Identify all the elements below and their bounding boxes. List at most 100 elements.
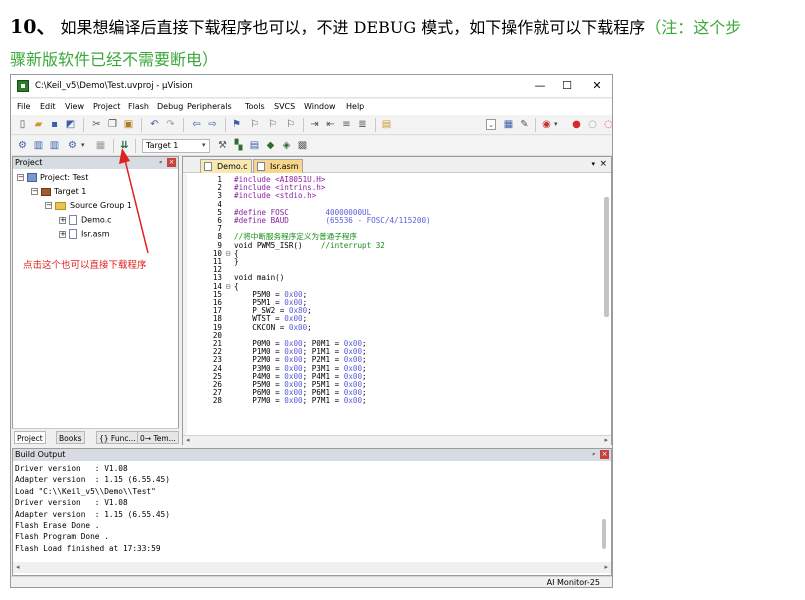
close-panel-icon[interactable]: × bbox=[600, 450, 609, 459]
undo-icon[interactable]: ↶ bbox=[149, 119, 160, 130]
batch-build-icon[interactable]: ⚙ bbox=[67, 140, 78, 151]
close-tab-icon[interactable]: × bbox=[599, 159, 607, 169]
fold-marker[interactable]: ⊟ bbox=[222, 282, 234, 291]
translate-icon[interactable]: ⚙ bbox=[17, 140, 28, 151]
menu-file[interactable]: File bbox=[17, 102, 30, 111]
menu-tools[interactable]: Tools bbox=[245, 102, 265, 111]
prev-bookmark-icon[interactable]: ⚐ bbox=[249, 119, 260, 130]
debug-dropdown-icon[interactable]: ▾ bbox=[554, 120, 558, 128]
close-panel-icon[interactable]: × bbox=[167, 158, 176, 167]
menu-edit[interactable]: Edit bbox=[40, 102, 56, 111]
collapse-toggle[interactable]: − bbox=[45, 202, 52, 209]
tree-item-source-group[interactable]: − Source Group 1 bbox=[45, 201, 132, 210]
minimize-button[interactable]: — bbox=[527, 78, 553, 94]
code-line[interactable]: 11} bbox=[186, 257, 596, 266]
menu-help[interactable]: Help bbox=[346, 102, 364, 111]
unindent-icon[interactable]: ⇤ bbox=[325, 119, 336, 130]
menu-view[interactable]: View bbox=[65, 102, 84, 111]
next-bookmark-icon[interactable]: ⚐ bbox=[267, 119, 278, 130]
expand-toggle[interactable]: + bbox=[59, 230, 66, 238]
new-file-icon[interactable]: ▯ bbox=[17, 119, 28, 130]
menu-project[interactable]: Project bbox=[93, 102, 120, 111]
tree-item-demo-c[interactable]: + Demo.c bbox=[59, 215, 112, 225]
code-line[interactable]: 13 void main() bbox=[186, 274, 596, 282]
scroll-right-icon[interactable]: ▸ bbox=[604, 436, 608, 444]
debug-session-icon[interactable]: ◉ bbox=[541, 119, 552, 130]
target-dropdown-icon[interactable]: ▾ bbox=[202, 141, 206, 149]
menu-peripherals[interactable]: Peripherals bbox=[187, 102, 232, 111]
editor-horizontal-scrollbar[interactable]: ◂ ▸ bbox=[183, 435, 611, 445]
nav-back-icon[interactable]: ⇦ bbox=[191, 119, 202, 130]
code-line[interactable]: 19 CKCON = 0x00; bbox=[186, 323, 596, 332]
tab-functions[interactable]: {} Func... bbox=[96, 431, 139, 444]
pin-icon[interactable]: ᴾ bbox=[592, 450, 595, 462]
build-output-horizontal-scrollbar[interactable]: ◂ ▸ bbox=[13, 562, 611, 573]
tab-demo-c[interactable]: Demo.c bbox=[200, 159, 252, 173]
code-line[interactable]: 3 #include <stdio.h> bbox=[186, 192, 596, 200]
file-extensions-icon[interactable]: ▤ bbox=[249, 140, 260, 151]
kill-breakpoints-icon[interactable]: ◌ bbox=[603, 119, 612, 130]
cut-icon[interactable]: ✂ bbox=[91, 119, 102, 130]
tab-books[interactable]: Books bbox=[56, 431, 85, 444]
incremental-find-icon[interactable]: ✎ bbox=[519, 119, 530, 130]
uncomment-icon[interactable]: ≣ bbox=[357, 119, 368, 130]
target-select[interactable]: Target 1 bbox=[142, 139, 210, 153]
tree-item-target[interactable]: − Target 1 bbox=[31, 187, 86, 196]
menu-window[interactable]: Window bbox=[304, 102, 336, 111]
download-icon[interactable]: ⇊ bbox=[119, 140, 130, 151]
rebuild-icon[interactable]: ▥ bbox=[49, 140, 60, 151]
select-software-packs-icon[interactable]: ◈ bbox=[281, 140, 292, 151]
maximize-button[interactable]: ☐ bbox=[554, 78, 580, 94]
tab-templates[interactable]: 0→ Tem... bbox=[137, 431, 179, 444]
code-line[interactable]: 28 P7M0 = 0x00; P7M1 = 0x00; bbox=[186, 397, 596, 405]
expand-toggle[interactable]: + bbox=[59, 216, 66, 224]
line-number: 28 bbox=[212, 396, 222, 406]
save-all-icon[interactable]: ◩ bbox=[65, 119, 76, 130]
clear-bookmarks-icon[interactable]: ⚐ bbox=[285, 119, 296, 130]
collapse-toggle[interactable]: − bbox=[31, 188, 38, 195]
scroll-left-icon[interactable]: ◂ bbox=[186, 436, 190, 444]
open-folder-icon[interactable]: ▰ bbox=[33, 119, 44, 130]
manage-project-icon[interactable]: ▚ bbox=[233, 140, 244, 151]
menu-flash[interactable]: Flash bbox=[128, 102, 149, 111]
code-line[interactable]: 10 ⊟{ bbox=[186, 249, 596, 258]
tab-isr-asm[interactable]: Isr.asm bbox=[253, 159, 303, 173]
disable-breakpoint-icon[interactable]: ○ bbox=[587, 119, 598, 130]
manage-packs-icon[interactable]: ◆ bbox=[265, 140, 276, 151]
run-time-env-icon[interactable]: ▩ bbox=[297, 140, 308, 151]
code-line[interactable]: 9 void PWM5_ISR() //interrupt 32 bbox=[186, 241, 596, 250]
batch-dropdown-icon[interactable]: ▾ bbox=[81, 141, 85, 149]
collapse-toggle[interactable]: − bbox=[17, 174, 24, 181]
code-area[interactable]: 1 #include <AI8051U.H> 2 #include <intrins.… bbox=[186, 174, 602, 427]
build-output-vertical-scrollbar[interactable] bbox=[602, 519, 606, 549]
pin-icon[interactable]: ᴾ bbox=[159, 158, 162, 170]
indent-icon[interactable]: ⇥ bbox=[309, 119, 320, 130]
menu-svcs[interactable]: SVCS bbox=[274, 102, 295, 111]
target-options-icon[interactable]: ⚒ bbox=[217, 140, 228, 151]
fold-marker[interactable]: ⊟ bbox=[222, 249, 234, 258]
tree-item-project[interactable]: − Project: Test bbox=[17, 173, 88, 182]
tab-list-dropdown-icon[interactable]: ▾ bbox=[591, 160, 595, 168]
find-icon[interactable]: ▦ bbox=[503, 119, 514, 130]
scroll-right-icon[interactable]: ▸ bbox=[604, 563, 608, 571]
find-in-files-icon[interactable]: ▤ bbox=[381, 119, 392, 130]
close-window-button[interactable]: ✕ bbox=[584, 78, 610, 94]
paste-icon[interactable]: ▣ bbox=[123, 119, 134, 130]
build-icon[interactable]: ▥ bbox=[33, 140, 44, 151]
tab-project[interactable]: Project bbox=[14, 431, 46, 444]
file-icon bbox=[257, 162, 265, 171]
save-icon[interactable]: ▪ bbox=[49, 119, 60, 130]
bookmark-icon[interactable]: ⚑ bbox=[231, 119, 242, 130]
code-line[interactable]: 6 #define BAUD (65536 - FOSC/4/115200) bbox=[186, 216, 596, 225]
redo-icon[interactable]: ↷ bbox=[165, 119, 176, 130]
comment-icon[interactable]: ≡ bbox=[341, 119, 352, 130]
breakpoint-icon[interactable]: ● bbox=[571, 119, 582, 130]
stop-build-icon[interactable]: ▦ bbox=[95, 140, 106, 151]
find-dropdown-icon[interactable]: ⌄ bbox=[486, 119, 496, 130]
scroll-left-icon[interactable]: ◂ bbox=[16, 563, 20, 571]
copy-icon[interactable]: ❐ bbox=[107, 119, 118, 130]
tree-item-isr-asm[interactable]: + Isr.asm bbox=[59, 229, 110, 239]
editor-vertical-scrollbar[interactable] bbox=[604, 197, 609, 317]
nav-forward-icon[interactable]: ⇨ bbox=[207, 119, 218, 130]
menu-debug[interactable]: Debug bbox=[157, 102, 183, 111]
